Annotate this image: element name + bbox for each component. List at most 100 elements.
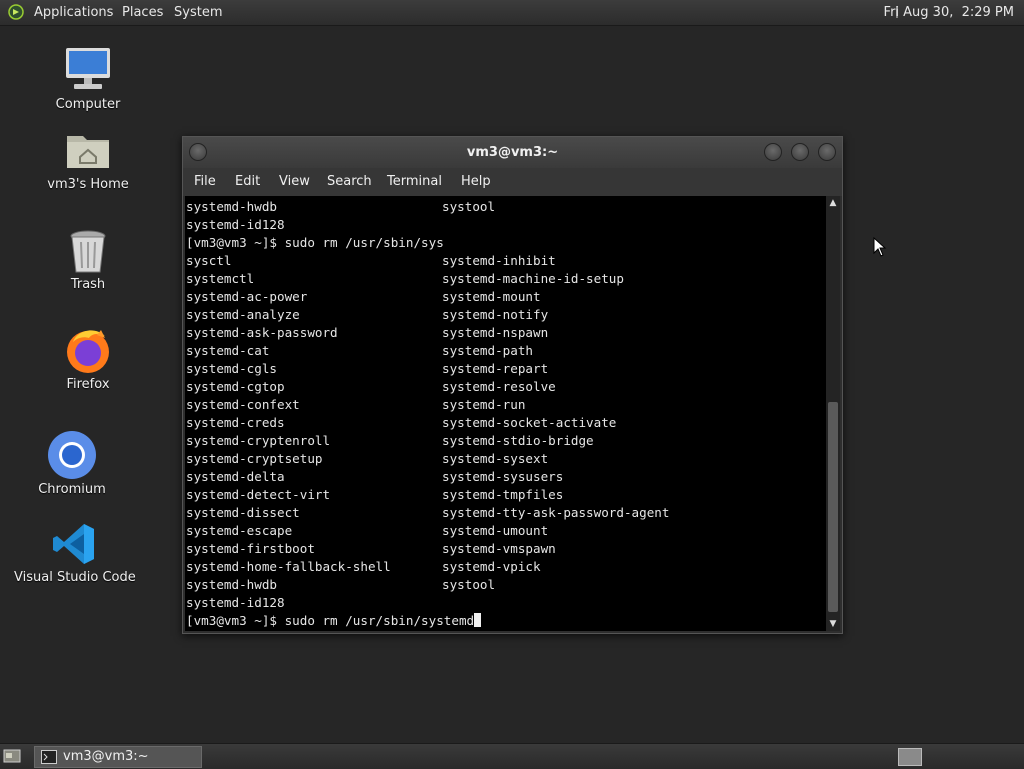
terminal-cell: systemd-dissect <box>186 505 300 520</box>
terminal-cell: systemd-stdio-bridge <box>442 433 594 448</box>
terminal-line: systemd-creds systemd-socket-activate <box>186 414 616 432</box>
desktop-icon-trash[interactable]: Trash <box>48 228 128 298</box>
desktop-icon-computer[interactable]: Computer <box>48 44 128 114</box>
terminal-cell: systemd-path <box>442 343 533 358</box>
firefox-icon <box>67 330 109 373</box>
terminal-line: systemd-ask-password systemd-nspawn <box>186 324 548 342</box>
menu-system[interactable]: System <box>174 4 222 21</box>
window-title: vm3@vm3:~ <box>466 145 559 160</box>
close-button[interactable] <box>818 143 836 161</box>
menu-terminal[interactable]: Terminal <box>387 174 442 189</box>
bottom-panel: vm3@vm3:~ <box>0 743 1024 769</box>
terminal-cell: systemd-analyze <box>186 307 300 322</box>
terminal-line: systemd-delta systemd-sysusers <box>186 468 563 486</box>
desktop-icon-label: Trash <box>70 277 106 292</box>
terminal-cell: systool <box>442 577 496 592</box>
terminal-line: systemd-analyze systemd-notify <box>186 306 548 324</box>
minimize-button[interactable] <box>764 143 782 161</box>
home-folder-icon <box>67 136 109 168</box>
terminal-line: systemd-cryptsetup systemd-sysext <box>186 450 548 468</box>
menu-search[interactable]: Search <box>327 174 372 189</box>
computer-icon <box>66 48 110 89</box>
desktop-icon-label: Chromium <box>38 482 106 497</box>
terminal-scrollbar[interactable]: ▲ ▼ <box>826 196 840 631</box>
terminal-cell: systemd-vmspawn <box>442 541 556 556</box>
taskbar-item-label: vm3@vm3:~ <box>63 749 149 764</box>
terminal-cell: systemd-resolve <box>442 379 556 394</box>
terminal-cell: systemd-detect-virt <box>186 487 331 502</box>
terminal-app-icon <box>41 750 57 764</box>
terminal-cell: systemctl <box>186 271 255 286</box>
terminal-cell: systemd-sysusers <box>442 469 564 484</box>
terminal-line: sysctl systemd-inhibit <box>186 252 556 270</box>
terminal-cell: systemd-machine-id-setup <box>442 271 624 286</box>
trash-icon <box>70 230 106 273</box>
terminal-cell: systemd-inhibit <box>442 253 556 268</box>
terminal-cell: [vm3@vm3 ~]$ sudo rm /usr/sbin/sys <box>186 235 444 250</box>
terminal-cell: systemd-creds <box>186 415 285 430</box>
taskbar-item-terminal[interactable]: vm3@vm3:~ <box>34 746 202 768</box>
terminal-line: systemd-firstboot systemd-vmspawn <box>186 540 556 558</box>
desktop-icon-label: Firefox <box>66 377 110 392</box>
workspace-switcher[interactable] <box>898 748 922 766</box>
desktop-icon-label: Computer <box>55 97 121 112</box>
terminal-prompt-line[interactable]: [vm3@vm3 ~]$ sudo rm /usr/sbin/systemd <box>186 612 482 630</box>
menu-view[interactable]: View <box>279 174 310 189</box>
terminal-line: systemd-cat systemd-path <box>186 342 533 360</box>
terminal-cell: systemd-home-fallback-shell <box>186 559 391 574</box>
top-panel: Applications Places System Fri Aug 30, 2… <box>0 0 1024 26</box>
terminal-cell: systemd-mount <box>442 289 541 304</box>
terminal-cell: systemd-cryptsetup <box>186 451 323 466</box>
terminal-menubar: File Edit View Search Terminal Help <box>183 168 842 196</box>
terminal-line: systemd-hwdb systool <box>186 576 495 594</box>
desktop-icon-chromium[interactable]: Chromium <box>32 430 112 500</box>
terminal-cell: systemd-umount <box>442 523 549 538</box>
scroll-down-arrow-icon[interactable]: ▼ <box>826 617 840 631</box>
desktop-icon-vscode[interactable]: Visual Studio Code <box>14 520 136 590</box>
show-desktop-icon[interactable] <box>3 748 21 764</box>
menu-file[interactable]: File <box>194 174 216 189</box>
terminal-cell: systemd-confext <box>186 397 300 412</box>
menu-applications[interactable]: Applications <box>34 4 113 21</box>
desktop-icon-firefox[interactable]: Firefox <box>48 326 128 396</box>
terminal-cell: systemd-tmpfiles <box>442 487 564 502</box>
terminal-cell: systemd-firstboot <box>186 541 315 556</box>
terminal-cell: systemd-cgtop <box>186 379 285 394</box>
terminal-cell: systemd-tty-ask-password-agent <box>442 505 670 520</box>
terminal-line: systemd-ac-power systemd-mount <box>186 288 541 306</box>
desktop-icon-label: Visual Studio Code <box>14 570 136 585</box>
scroll-up-arrow-icon[interactable]: ▲ <box>826 196 840 210</box>
terminal-cell: systemd-hwdb <box>186 577 277 592</box>
window-titlebar[interactable]: vm3@vm3:~ <box>183 137 842 168</box>
prompt-text: [vm3@vm3 ~]$ sudo rm /usr/sbin/systemd <box>186 613 475 628</box>
terminal-cell: systemd-ask-password <box>186 325 338 340</box>
maximize-button[interactable] <box>791 143 809 161</box>
chromium-icon <box>48 431 96 479</box>
menu-edit[interactable]: Edit <box>235 174 260 189</box>
clock[interactable]: Fri Aug 30, 2:29 PM <box>884 4 1014 21</box>
terminal-cell: systemd-run <box>442 397 526 412</box>
terminal-line: systemd-id128 <box>186 216 285 234</box>
terminal-cell: systemd-socket-activate <box>442 415 617 430</box>
terminal-cell: sysctl <box>186 253 232 268</box>
terminal-line: systemd-home-fallback-shell systemd-vpick <box>186 558 541 576</box>
terminal-cell: systemd-id128 <box>186 217 285 232</box>
terminal-line: systemd-detect-virt systemd-tmpfiles <box>186 486 563 504</box>
menu-places[interactable]: Places <box>122 4 163 21</box>
menu-help[interactable]: Help <box>461 174 491 189</box>
terminal-cell: systool <box>442 199 496 214</box>
terminal-cell: systemd-notify <box>442 307 549 322</box>
terminal-line: [vm3@vm3 ~]$ sudo rm /usr/sbin/sys <box>186 234 444 252</box>
terminal-line: systemd-escape systemd-umount <box>186 522 548 540</box>
terminal-cell: systemd-hwdb <box>186 199 277 214</box>
desktop-icon-home[interactable]: vm3's Home <box>38 128 138 198</box>
terminal-line: systemd-hwdb systool <box>186 198 495 216</box>
terminal-cell: systemd-delta <box>186 469 285 484</box>
desktop-icon-label: vm3's Home <box>47 177 129 192</box>
terminal-cell: systemd-vpick <box>442 559 541 574</box>
terminal-cell: systemd-ac-power <box>186 289 308 304</box>
scrollbar-thumb[interactable] <box>828 402 838 612</box>
terminal-output[interactable]: systemd-hwdb systool systemd-id128 [vm3@vm3… <box>185 196 826 631</box>
terminal-window[interactable]: vm3@vm3:~ File Edit View Search Terminal… <box>182 136 843 634</box>
applications-menu-icon[interactable] <box>8 4 24 20</box>
